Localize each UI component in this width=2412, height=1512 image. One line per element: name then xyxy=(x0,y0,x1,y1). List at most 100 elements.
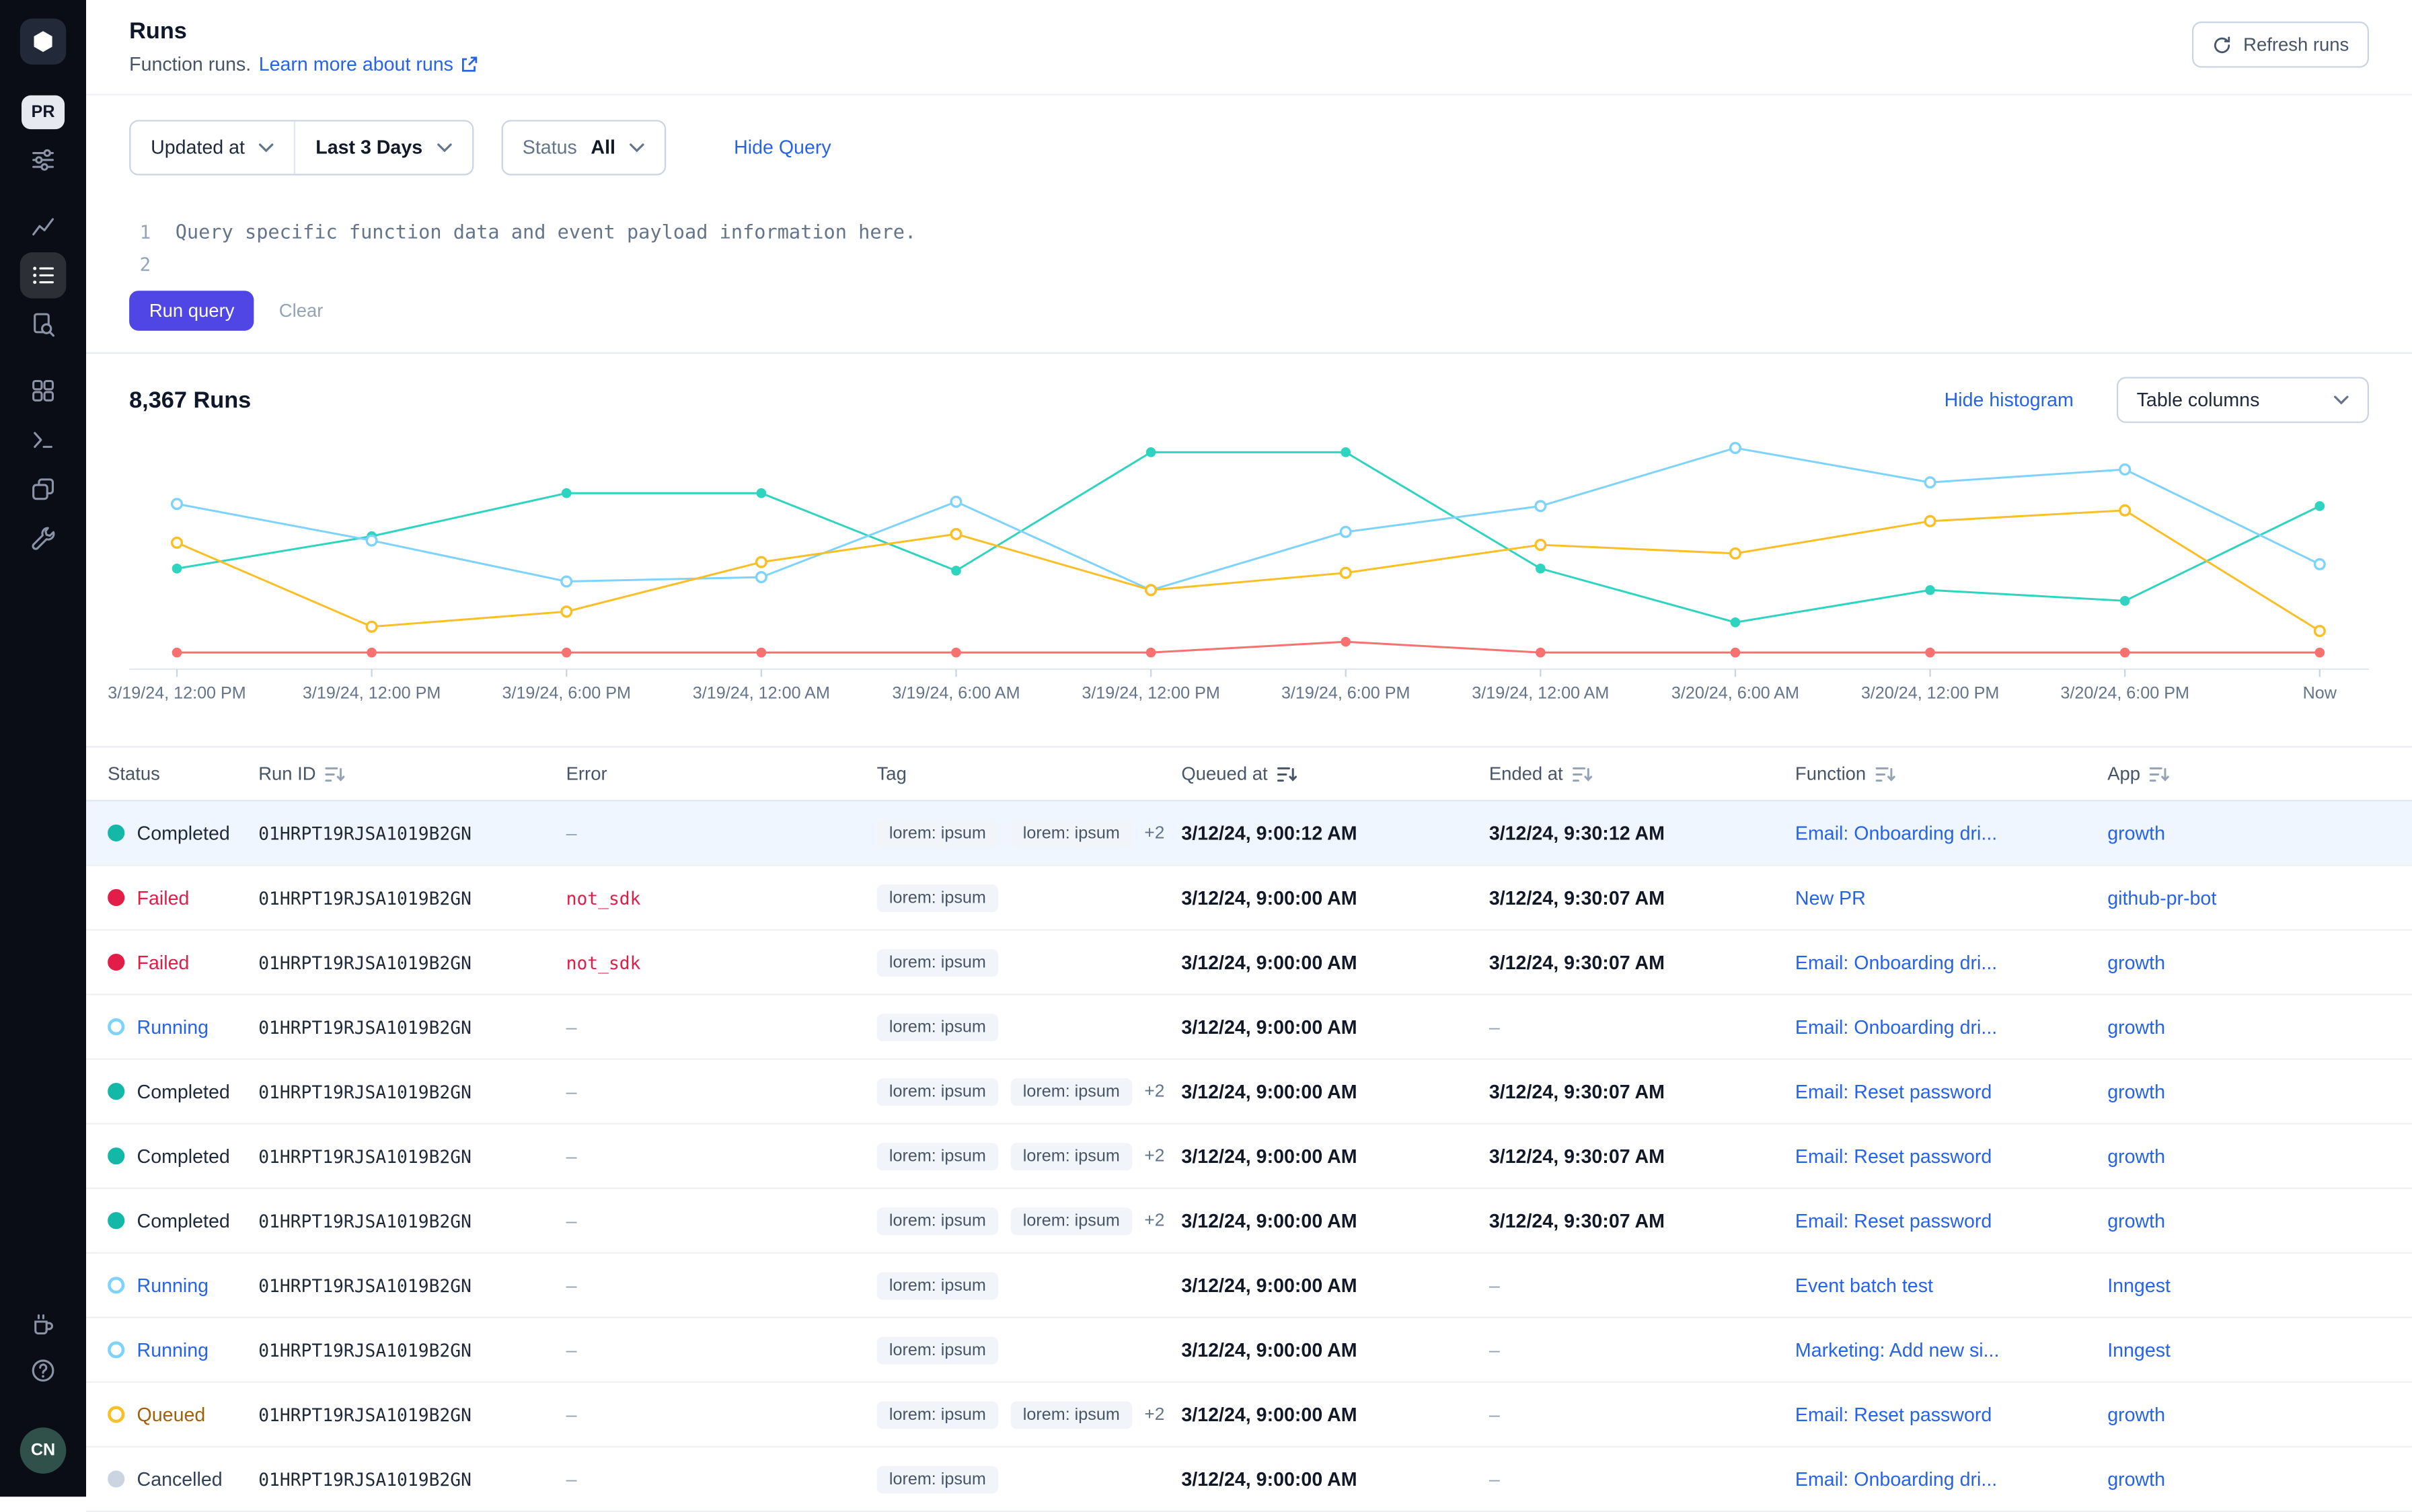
table-row[interactable]: Failed01HRPT19RJSA1019B2GNnot_sdklorem: … xyxy=(86,866,2412,931)
column-label: Function xyxy=(1795,763,1866,784)
table-columns-select[interactable]: Table columns xyxy=(2117,377,2369,423)
clear-query-button[interactable]: Clear xyxy=(279,300,324,322)
column-header-queued-at[interactable]: Queued at xyxy=(1181,763,1488,784)
table-row[interactable]: Completed01HRPT19RJSA1019B2GN–lorem: ips… xyxy=(86,1189,2412,1254)
function-link[interactable]: Email: Onboarding dri... xyxy=(1795,822,1997,843)
refresh-runs-button[interactable]: Refresh runs xyxy=(2193,22,2369,68)
sort-icon[interactable] xyxy=(1277,763,1298,784)
function-link[interactable]: Email: Onboarding dri... xyxy=(1795,1468,1997,1490)
sidebar-item-settings[interactable] xyxy=(20,515,67,562)
function-link[interactable]: New PR xyxy=(1795,886,1866,908)
app-link[interactable]: growth xyxy=(2107,1468,2165,1490)
sidebar-item-apps[interactable] xyxy=(20,368,67,414)
query-editor[interactable]: 1 Query specific function data and event… xyxy=(86,176,2412,354)
sort-icon[interactable] xyxy=(325,763,346,784)
app-link[interactable]: Inngest xyxy=(2107,1339,2171,1361)
chart-point xyxy=(2120,596,2130,606)
chart-point xyxy=(172,538,182,548)
queued-at-cell: 3/12/24, 9:00:00 AM xyxy=(1181,1210,1488,1232)
sidebar-item-filters[interactable] xyxy=(20,137,67,184)
chart-point xyxy=(1146,585,1156,595)
app-link[interactable]: growth xyxy=(2107,1145,2165,1167)
chart-point xyxy=(1146,447,1156,457)
function-link[interactable]: Email: Onboarding dri... xyxy=(1795,1016,1997,1038)
tag-badge: lorem: ipsum xyxy=(877,1271,999,1299)
query-placeholder-text: Query specific function data and event p… xyxy=(176,220,917,243)
tag-cell: lorem: ipsum xyxy=(877,948,1182,976)
sort-icon[interactable] xyxy=(2150,763,2171,784)
document-search-icon xyxy=(29,311,56,338)
status-dot-icon xyxy=(108,1277,124,1293)
sidebar-item-help[interactable] xyxy=(20,1347,67,1394)
sidebar-item-support[interactable] xyxy=(20,1301,67,1348)
time-range-select[interactable]: Last 3 Days xyxy=(294,122,472,174)
hide-query-link[interactable]: Hide Query xyxy=(734,137,831,159)
status-filter-label: Status xyxy=(523,137,577,159)
table-row[interactable]: Running01HRPT19RJSA1019B2GN–lorem: ipsum… xyxy=(86,995,2412,1060)
function-link[interactable]: Event batch test xyxy=(1795,1275,1933,1296)
table-row[interactable]: Completed01HRPT19RJSA1019B2GN–lorem: ips… xyxy=(86,1125,2412,1189)
chart-point xyxy=(562,488,572,498)
learn-more-link[interactable]: Learn more about runs xyxy=(259,54,478,75)
tag-overflow-count: +2 xyxy=(1144,824,1164,842)
table-row[interactable]: Completed01HRPT19RJSA1019B2GN–lorem: ips… xyxy=(86,802,2412,866)
user-avatar[interactable]: CN xyxy=(20,1427,67,1474)
status-filter-select[interactable]: Status All xyxy=(502,122,665,174)
error-cell: – xyxy=(566,1081,877,1102)
function-link[interactable]: Email: Reset password xyxy=(1795,1081,1992,1102)
app-link[interactable]: growth xyxy=(2107,1404,2165,1425)
hide-histogram-link[interactable]: Hide histogram xyxy=(1945,389,2074,411)
app-cell: growth xyxy=(2107,1016,2412,1038)
sort-icon[interactable] xyxy=(1572,763,1593,784)
app-link[interactable]: Inngest xyxy=(2107,1275,2171,1296)
app-link[interactable]: growth xyxy=(2107,1081,2165,1102)
app-link[interactable]: github-pr-bot xyxy=(2107,886,2216,908)
sidebar-item-metrics[interactable] xyxy=(20,203,67,250)
app-link[interactable]: growth xyxy=(2107,952,2165,973)
time-range-value: Last 3 Days xyxy=(315,137,422,159)
app-link[interactable]: growth xyxy=(2107,1210,2165,1232)
function-link[interactable]: Email: Reset password xyxy=(1795,1404,1992,1425)
app-link[interactable]: growth xyxy=(2107,822,2165,843)
sort-icon[interactable] xyxy=(1875,763,1897,784)
tag-cell: lorem: ipsum xyxy=(877,1013,1182,1041)
chart-point xyxy=(1536,648,1546,658)
status-label: Completed xyxy=(137,1210,230,1232)
app-link[interactable]: growth xyxy=(2107,1016,2165,1038)
sidebar-item-events[interactable] xyxy=(20,301,67,348)
column-header-ended-at[interactable]: Ended at xyxy=(1489,763,1795,784)
table-row[interactable]: Running01HRPT19RJSA1019B2GN–lorem: ipsum… xyxy=(86,1254,2412,1318)
app-cell: github-pr-bot xyxy=(2107,886,2412,908)
function-link[interactable]: Marketing: Add new si... xyxy=(1795,1339,1999,1361)
table-row[interactable]: Completed01HRPT19RJSA1019B2GN–lorem: ips… xyxy=(86,1060,2412,1125)
tag-overflow-count: +2 xyxy=(1144,1082,1164,1100)
column-header-app[interactable]: App xyxy=(2107,763,2412,784)
table-row[interactable]: Running01HRPT19RJSA1019B2GN–lorem: ipsum… xyxy=(86,1318,2412,1383)
sidebar-item-runs[interactable] xyxy=(20,252,67,299)
chart-point xyxy=(367,621,377,632)
table-row[interactable]: Cancelled01HRPT19RJSA1019B2GN–lorem: ips… xyxy=(86,1447,2412,1512)
chart-point xyxy=(951,497,961,507)
function-cell: Email: Reset password xyxy=(1795,1210,2107,1232)
sort-field-select[interactable]: Updated at xyxy=(130,122,294,174)
inngest-logo[interactable] xyxy=(20,18,67,65)
error-cell: – xyxy=(566,1339,877,1361)
environment-badge[interactable]: PR xyxy=(22,96,65,129)
sidebar-item-deploys[interactable] xyxy=(20,466,67,513)
run-id-cell: 01HRPT19RJSA1019B2GN xyxy=(258,886,566,908)
column-header-run-id[interactable]: Run ID xyxy=(258,763,566,784)
column-header-function[interactable]: Function xyxy=(1795,763,2107,784)
function-link[interactable]: Email: Reset password xyxy=(1795,1145,1992,1167)
run-query-button[interactable]: Run query xyxy=(129,291,254,330)
page-subtitle-text: Function runs. xyxy=(129,54,251,75)
table-row[interactable]: Queued01HRPT19RJSA1019B2GN–lorem: ipsuml… xyxy=(86,1383,2412,1447)
app-cell: growth xyxy=(2107,1468,2412,1490)
app-cell: Inngest xyxy=(2107,1339,2412,1361)
ended-at-cell: 3/12/24, 9:30:07 AM xyxy=(1489,1145,1795,1167)
sidebar-item-functions[interactable] xyxy=(20,417,67,463)
function-link[interactable]: Email: Onboarding dri... xyxy=(1795,952,1997,973)
tag-badge: lorem: ipsum xyxy=(877,1336,999,1363)
sort-time-select-group: Updated at Last 3 Days xyxy=(129,120,474,175)
function-link[interactable]: Email: Reset password xyxy=(1795,1210,1992,1232)
table-row[interactable]: Failed01HRPT19RJSA1019B2GNnot_sdklorem: … xyxy=(86,931,2412,995)
